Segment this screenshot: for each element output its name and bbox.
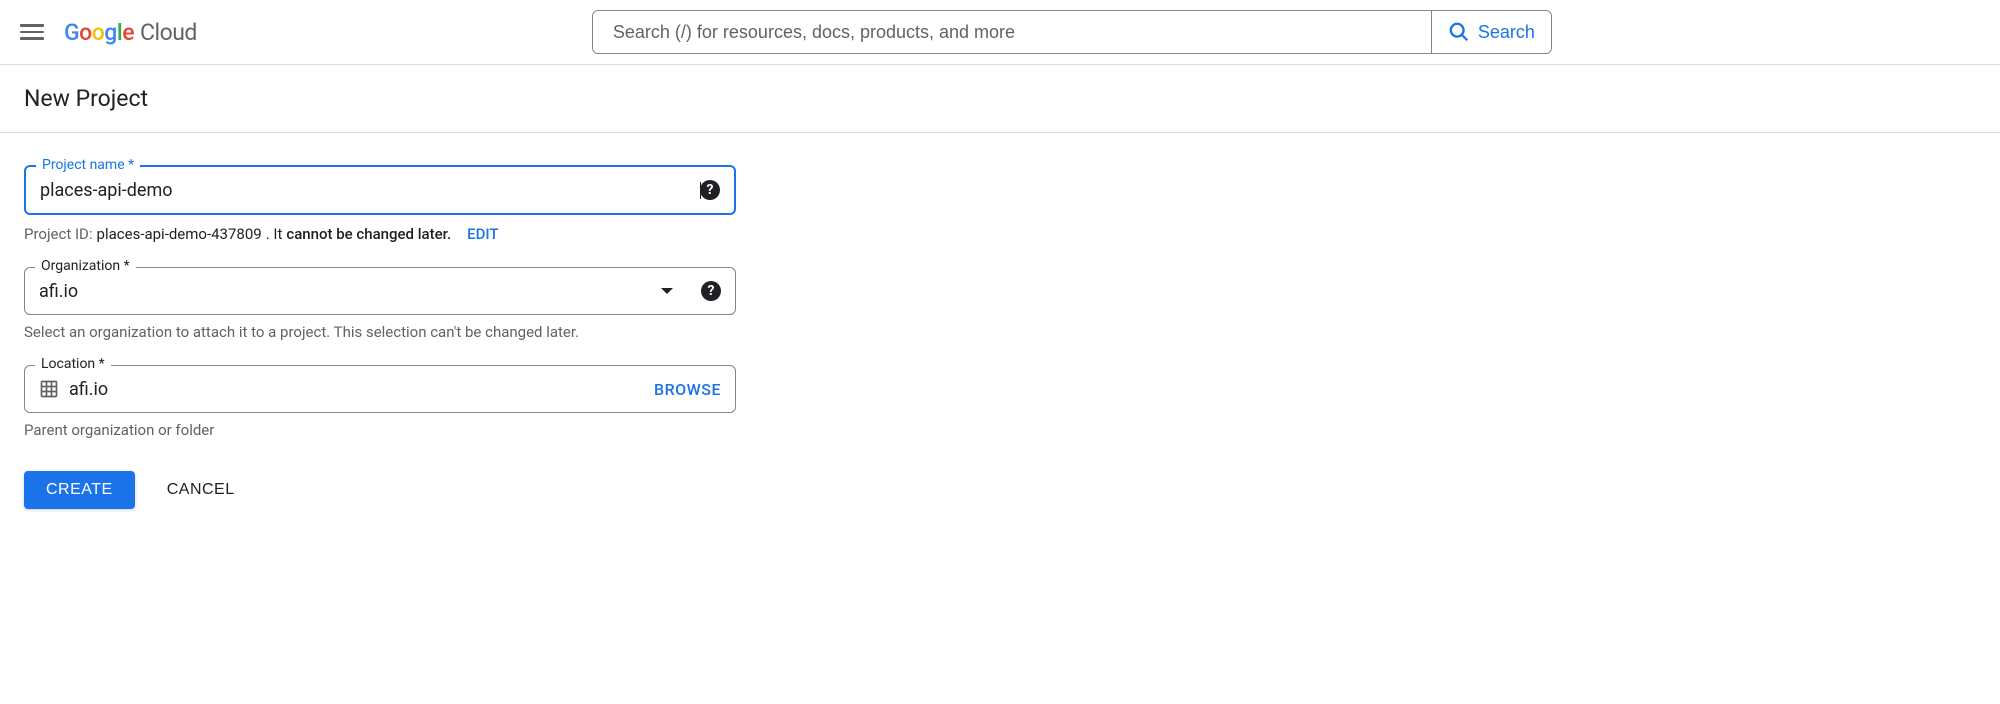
- project-name-group: Project name * places-api-demo ? Project…: [24, 165, 736, 243]
- organization-helper: Select an organization to attach it to a…: [24, 323, 736, 341]
- page-title-bar: New Project: [0, 65, 2000, 133]
- location-value: afi.io: [69, 379, 654, 400]
- location-label: Location *: [35, 356, 111, 372]
- help-icon[interactable]: ?: [700, 180, 720, 200]
- organization-value: afi.io: [39, 281, 661, 302]
- browse-button[interactable]: BROWSE: [654, 380, 721, 399]
- chevron-down-icon: [661, 288, 673, 294]
- location-field[interactable]: Location * afi.io BROWSE: [24, 365, 736, 413]
- project-name-input[interactable]: places-api-demo: [40, 180, 700, 201]
- search-button[interactable]: Search: [1431, 11, 1551, 53]
- search-button-label: Search: [1478, 22, 1535, 43]
- header: GoogleCloud Search: [0, 0, 2000, 65]
- page-title: New Project: [24, 85, 1976, 112]
- button-row: CREATE CANCEL: [24, 471, 736, 509]
- search-icon: [1448, 21, 1470, 43]
- google-cloud-logo[interactable]: GoogleCloud: [64, 19, 197, 46]
- project-id-helper: Project ID: places-api-demo-437809. It c…: [24, 225, 736, 243]
- organization-field[interactable]: Organization * afi.io ?: [24, 267, 736, 315]
- location-helper: Parent organization or folder: [24, 421, 736, 439]
- cancel-button[interactable]: CANCEL: [167, 481, 235, 499]
- search-input[interactable]: [593, 11, 1431, 53]
- organization-group: Organization * afi.io ? Select an organi…: [24, 267, 736, 341]
- building-icon: [39, 379, 59, 399]
- location-group: Location * afi.io BROWSE Parent organiza…: [24, 365, 736, 439]
- project-name-label: Project name *: [36, 157, 140, 173]
- help-icon[interactable]: ?: [701, 281, 721, 301]
- project-name-field[interactable]: Project name * places-api-demo ?: [24, 165, 736, 215]
- search-bar: Search: [592, 10, 1552, 54]
- create-button[interactable]: CREATE: [24, 471, 135, 509]
- edit-project-id-link[interactable]: EDIT: [467, 225, 498, 243]
- menu-icon[interactable]: [20, 20, 44, 44]
- form-container: Project name * places-api-demo ? Project…: [0, 133, 760, 541]
- organization-label: Organization *: [35, 258, 136, 274]
